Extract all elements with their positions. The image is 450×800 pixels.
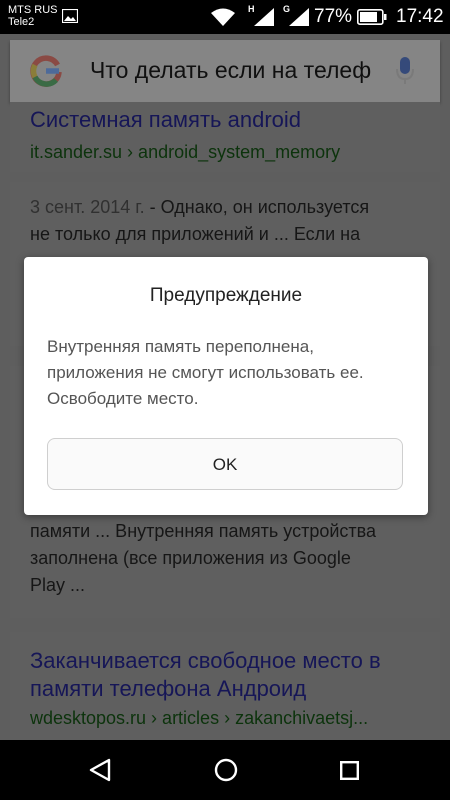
status-bar: MTS RUS Tele2 H G 77% 17:42 xyxy=(0,0,450,34)
warning-dialog: Предупреждение Внутренняя память перепол… xyxy=(24,257,428,515)
recents-icon[interactable] xyxy=(340,761,359,780)
result-url: it.sander.su › android_system_memory xyxy=(30,142,341,162)
result-title-line[interactable]: памяти телефона Андроид xyxy=(30,675,306,703)
signal-sim1: H xyxy=(248,4,276,28)
microphone-icon[interactable] xyxy=(396,56,414,86)
wifi-icon xyxy=(211,8,235,26)
dialog-message-line: приложения не смогут использовать ее. xyxy=(47,363,364,382)
search-bar[interactable]: Что делать если на телеф xyxy=(10,40,440,102)
snippet-line: памяти ... Внутренняя память устройства xyxy=(30,521,377,541)
home-icon[interactable] xyxy=(214,758,238,782)
battery-percent: 77% xyxy=(314,6,353,27)
carrier-2: Tele2 xyxy=(8,16,35,28)
google-logo-icon xyxy=(30,55,62,87)
snippet-line: не только для приложений и ... Если на xyxy=(30,224,361,244)
navigation-bar xyxy=(0,740,450,800)
ok-button[interactable]: OK xyxy=(47,438,403,490)
dialog-message-line: Внутренняя память переполнена, xyxy=(47,337,314,356)
search-input[interactable]: Что делать если на телеф xyxy=(90,57,380,84)
result-card[interactable]: Системная память android it.sander.su › … xyxy=(10,102,440,172)
signal-icon xyxy=(254,8,274,26)
dialog-message-line: Освободите место. xyxy=(47,389,199,408)
clock: 17:42 xyxy=(396,6,444,27)
battery-icon xyxy=(357,9,387,25)
result-snippet: памяти ... Внутренняя память устройства … xyxy=(30,518,420,599)
signal-icon xyxy=(289,8,309,26)
gallery-notification-icon xyxy=(62,9,78,23)
result-date: 3 сент. 2014 г. xyxy=(30,197,145,217)
dialog-title: Предупреждение xyxy=(149,285,303,306)
snippet-line: - Однако, он используется xyxy=(149,197,370,217)
result-title-line[interactable]: Заканчивается свободное место в xyxy=(30,647,381,675)
snippet-line: Play ... xyxy=(30,575,86,595)
result-title[interactable]: Системная память android xyxy=(30,106,301,134)
result-card[interactable]: Заканчивается свободное место в памяти т… xyxy=(10,632,440,740)
signal-sim2: G xyxy=(283,4,311,28)
result-url: wdesktopos.ru › articles › zakanchivaets… xyxy=(30,708,369,728)
snippet-line: заполнена (все приложения из Google xyxy=(30,548,351,568)
dialog-message: Внутренняя память переполнена, приложени… xyxy=(47,334,407,412)
carrier-1: MTS RUS xyxy=(8,4,58,16)
back-icon[interactable] xyxy=(88,758,112,782)
result-snippet: 3 сент. 2014 г. - Однако, он используетс… xyxy=(30,194,420,248)
